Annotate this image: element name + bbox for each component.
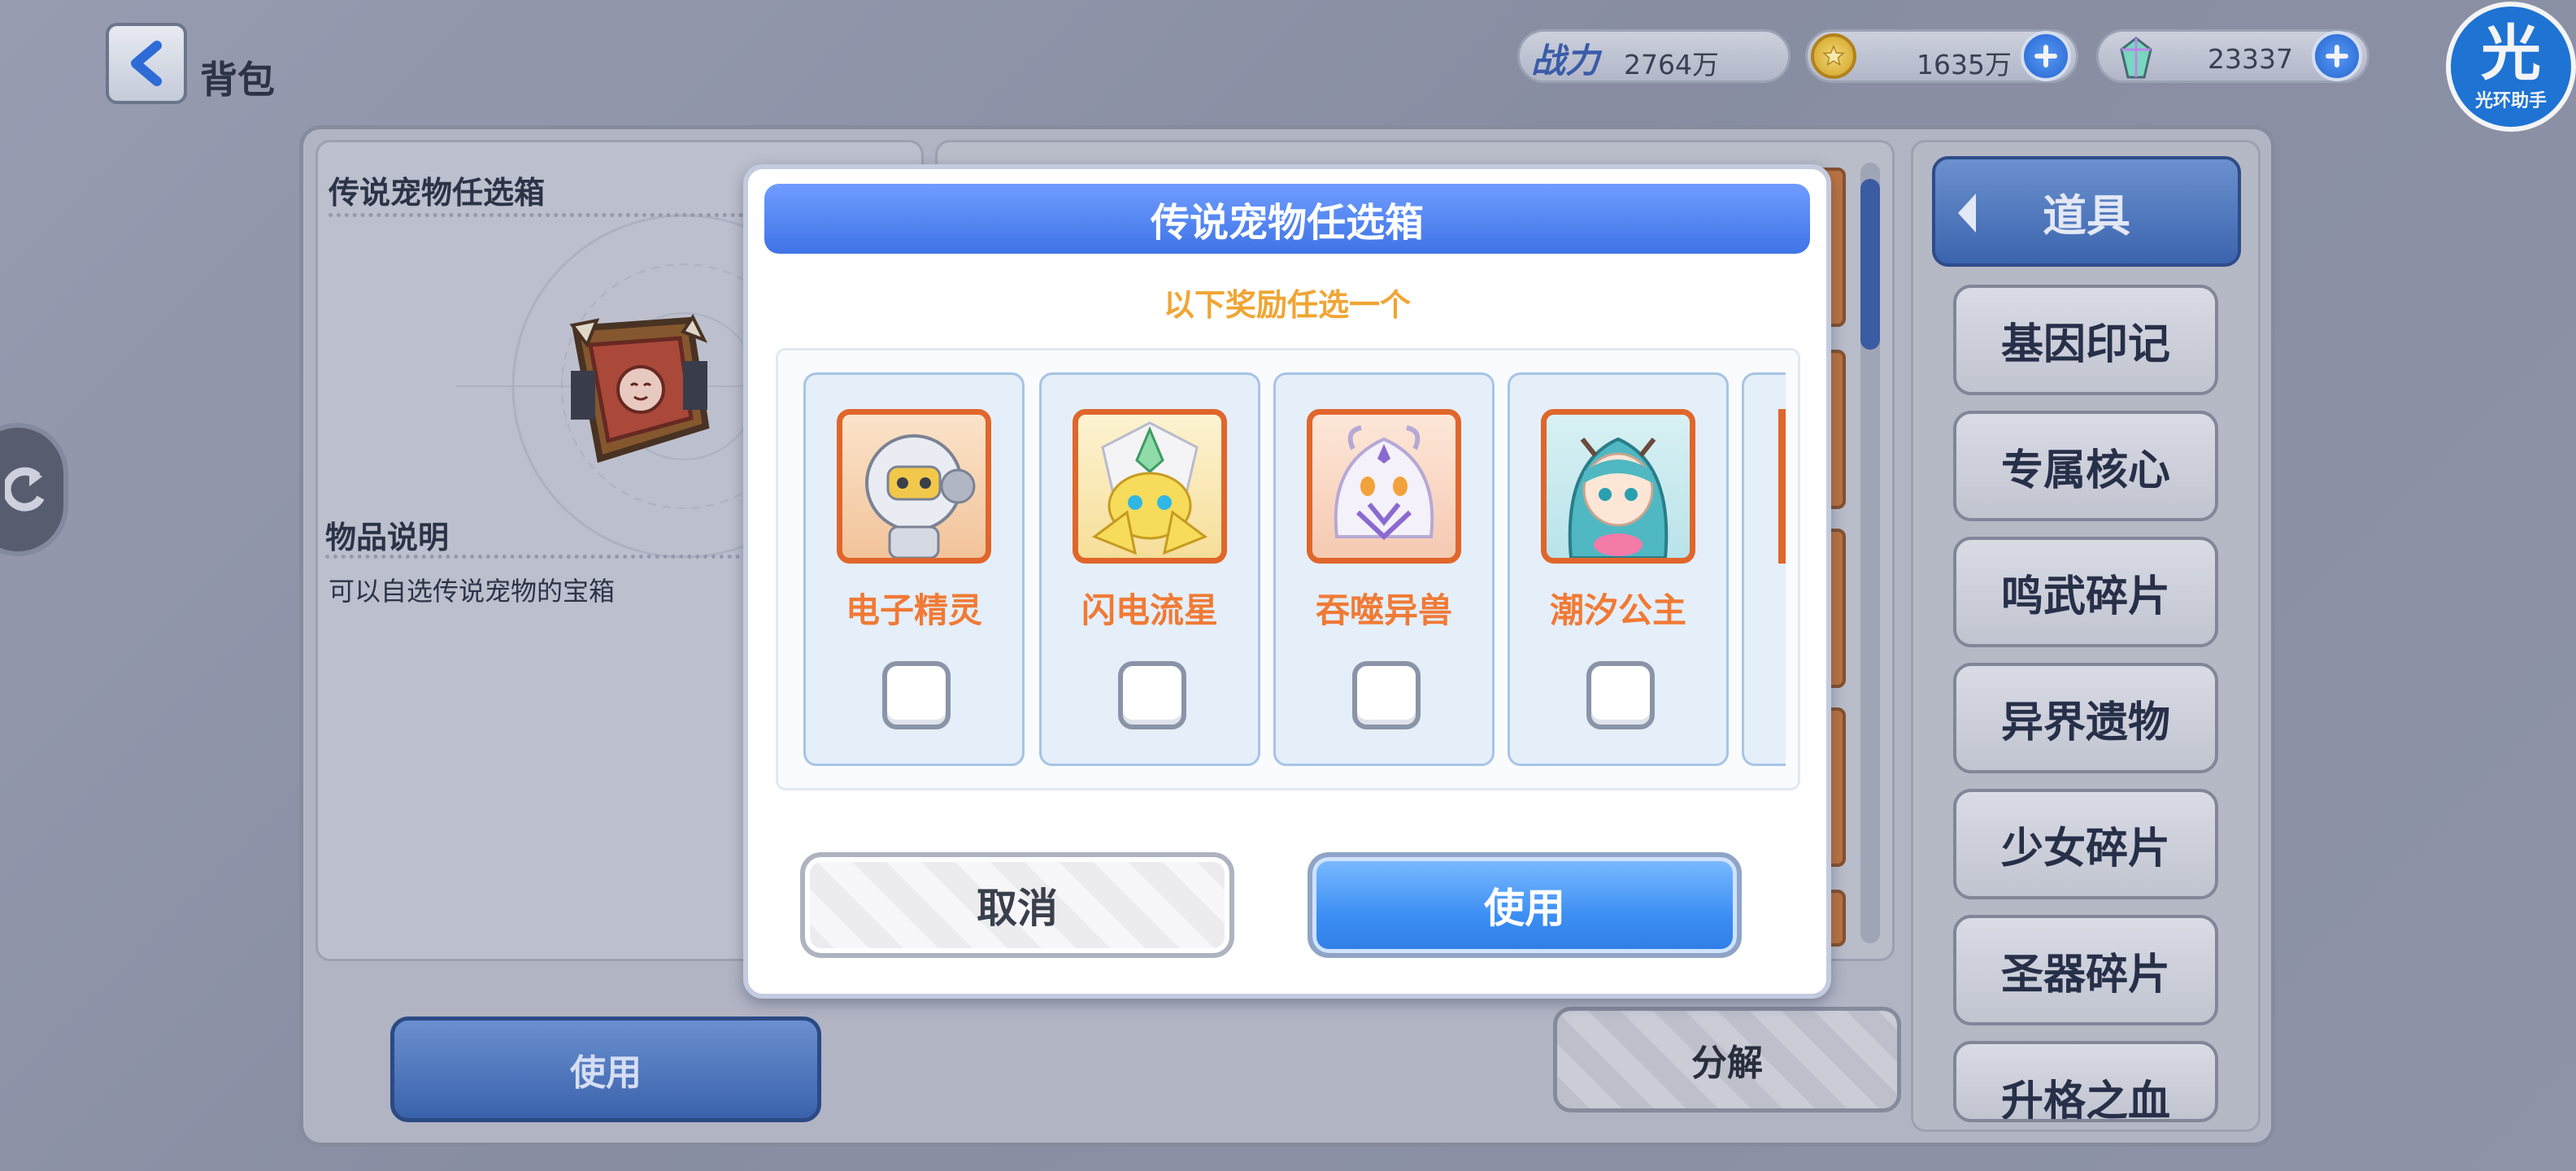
reward-checkbox[interactable] bbox=[1352, 661, 1421, 729]
pet-avatar-lightning-meteor bbox=[1073, 409, 1227, 564]
dialog-subtitle: 以下奖励任选一个 bbox=[1163, 287, 1411, 323]
reward-card[interactable]: 潮汐公主 bbox=[1508, 372, 1729, 766]
reward-card[interactable] bbox=[1742, 372, 1786, 766]
cancel-label: 取消 bbox=[977, 885, 1058, 932]
reward-card[interactable]: 电子精灵 bbox=[803, 372, 1025, 766]
reward-name: 闪电流星 bbox=[1081, 590, 1218, 630]
pet-avatar-electronic-sprite bbox=[837, 409, 991, 564]
pet-avatar-tidal-princess bbox=[1541, 409, 1695, 564]
pet-avatar-devouring-beast bbox=[1307, 409, 1461, 564]
confirm-use-button[interactable]: 使用 bbox=[1308, 852, 1742, 958]
reward-checkbox[interactable] bbox=[1586, 661, 1655, 729]
confirm-use-label: 使用 bbox=[1484, 885, 1565, 932]
reward-name: 潮汐公主 bbox=[1549, 590, 1686, 630]
cancel-button[interactable]: 取消 bbox=[800, 852, 1234, 958]
reward-card[interactable]: 吞噬异兽 bbox=[1273, 372, 1495, 766]
pet-avatar-partial bbox=[1778, 409, 1786, 564]
reward-checkbox[interactable] bbox=[1118, 661, 1186, 729]
reward-checkbox[interactable] bbox=[882, 661, 951, 729]
reward-name: 电子精灵 bbox=[845, 590, 982, 630]
reward-card[interactable]: 闪电流星 bbox=[1039, 372, 1260, 766]
dialog-title-text: 传说宠物任选箱 bbox=[1150, 200, 1424, 246]
dialog-title: 传说宠物任选箱 bbox=[764, 184, 1810, 254]
reward-name: 吞噬异兽 bbox=[1315, 590, 1452, 630]
